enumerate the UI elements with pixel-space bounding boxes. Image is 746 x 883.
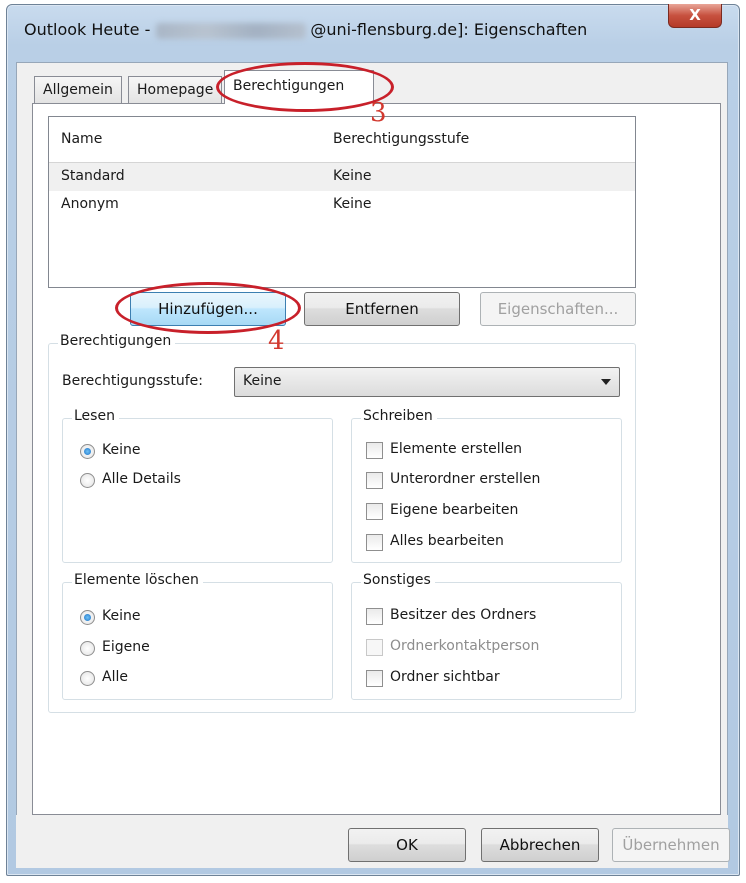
remove-button[interactable]: Entfernen	[304, 292, 460, 326]
redacted-account-name	[156, 22, 307, 39]
option-label: Elemente erstellen	[390, 441, 523, 457]
row-level: Keine	[333, 168, 372, 184]
apply-button[interactable]: Übernehmen	[612, 828, 730, 862]
option-label: Eigene	[102, 639, 150, 655]
delete-group-caption: Elemente löschen	[72, 572, 203, 588]
write-option-edit-own[interactable]: Eigene bearbeiten	[366, 501, 606, 525]
write-option-create-items[interactable]: Elemente erstellen	[366, 440, 606, 464]
radio-icon	[80, 641, 95, 656]
radio-selected-icon	[80, 444, 95, 459]
chevron-down-icon	[601, 379, 611, 385]
checkbox-icon	[366, 503, 383, 520]
level-dropdown-value: Keine	[243, 373, 282, 389]
write-option-create-subfolders[interactable]: Unterordner erstellen	[366, 470, 606, 494]
tab-allgemein[interactable]: Allgemein	[34, 76, 122, 103]
column-header-name[interactable]: Name	[61, 131, 102, 147]
checkbox-icon	[366, 442, 383, 459]
list-header: Name Berechtigungsstufe	[49, 117, 635, 163]
option-label: Ordner sichtbar	[390, 669, 500, 685]
option-label: Unterordner erstellen	[390, 471, 541, 487]
tab-homepage[interactable]: Homepage	[128, 76, 223, 103]
tab-berechtigungen[interactable]: Berechtigungen	[224, 70, 374, 104]
permissions-group-caption: Berechtigungen	[58, 333, 176, 349]
checkbox-icon	[366, 472, 383, 489]
write-group-caption: Schreiben	[361, 408, 437, 424]
delete-option-all[interactable]: Alle	[80, 668, 280, 692]
annotation-step-3: 3	[370, 98, 387, 128]
level-label: Berechtigungsstufe:	[62, 373, 203, 389]
other-option-folder-contact[interactable]: Ordnerkontaktperson	[366, 637, 606, 661]
properties-button[interactable]: Eigenschaften...	[480, 292, 636, 326]
delete-option-own[interactable]: Eigene	[80, 638, 280, 662]
option-label: Ordnerkontaktperson	[390, 638, 540, 654]
checkbox-icon	[366, 639, 383, 656]
annotation-step-4: 4	[268, 326, 285, 356]
window-title-suffix: @uni-flensburg.de]: Eigenschaften	[310, 20, 588, 39]
window-title-prefix: Outlook Heute -	[24, 20, 151, 39]
list-row-standard[interactable]: Standard Keine	[49, 163, 635, 191]
column-header-level[interactable]: Berechtigungsstufe	[333, 131, 469, 147]
row-level: Keine	[333, 196, 372, 212]
option-label: Alle	[102, 669, 128, 685]
list-row-anonym[interactable]: Anonym Keine	[49, 191, 635, 219]
option-label: Eigene bearbeiten	[390, 502, 519, 518]
checkbox-icon	[366, 608, 383, 625]
level-dropdown[interactable]: Keine	[234, 367, 620, 397]
permissions-list[interactable]: Name Berechtigungsstufe Standard Keine A…	[48, 116, 636, 288]
close-icon: X	[689, 6, 701, 24]
option-label: Alle Details	[102, 471, 181, 487]
option-label: Keine	[102, 608, 141, 624]
add-button[interactable]: Hinzufügen...	[130, 292, 286, 326]
checkbox-icon	[366, 670, 383, 687]
row-name: Standard	[61, 168, 125, 184]
other-option-folder-owner[interactable]: Besitzer des Ordners	[366, 606, 606, 630]
delete-option-none[interactable]: Keine	[80, 607, 280, 631]
read-option-none[interactable]: Keine	[80, 441, 280, 465]
row-name: Anonym	[61, 196, 119, 212]
other-option-folder-visible[interactable]: Ordner sichtbar	[366, 668, 606, 692]
checkbox-icon	[366, 534, 383, 551]
option-label: Alles bearbeiten	[390, 533, 504, 549]
option-label: Keine	[102, 442, 141, 458]
radio-icon	[80, 671, 95, 686]
read-option-all-details[interactable]: Alle Details	[80, 470, 280, 494]
option-label: Besitzer des Ordners	[390, 607, 537, 623]
ok-button[interactable]: OK	[348, 828, 466, 862]
close-button[interactable]: X	[668, 4, 722, 28]
cancel-button[interactable]: Abbrechen	[481, 828, 599, 862]
window-title: Outlook Heute - @uni-flensburg.de]: Eigen…	[24, 20, 587, 39]
read-group-caption: Lesen	[72, 408, 119, 424]
other-group-caption: Sonstiges	[361, 572, 435, 588]
radio-icon	[80, 473, 95, 488]
write-option-edit-all[interactable]: Alles bearbeiten	[366, 532, 606, 556]
radio-selected-icon	[80, 610, 95, 625]
